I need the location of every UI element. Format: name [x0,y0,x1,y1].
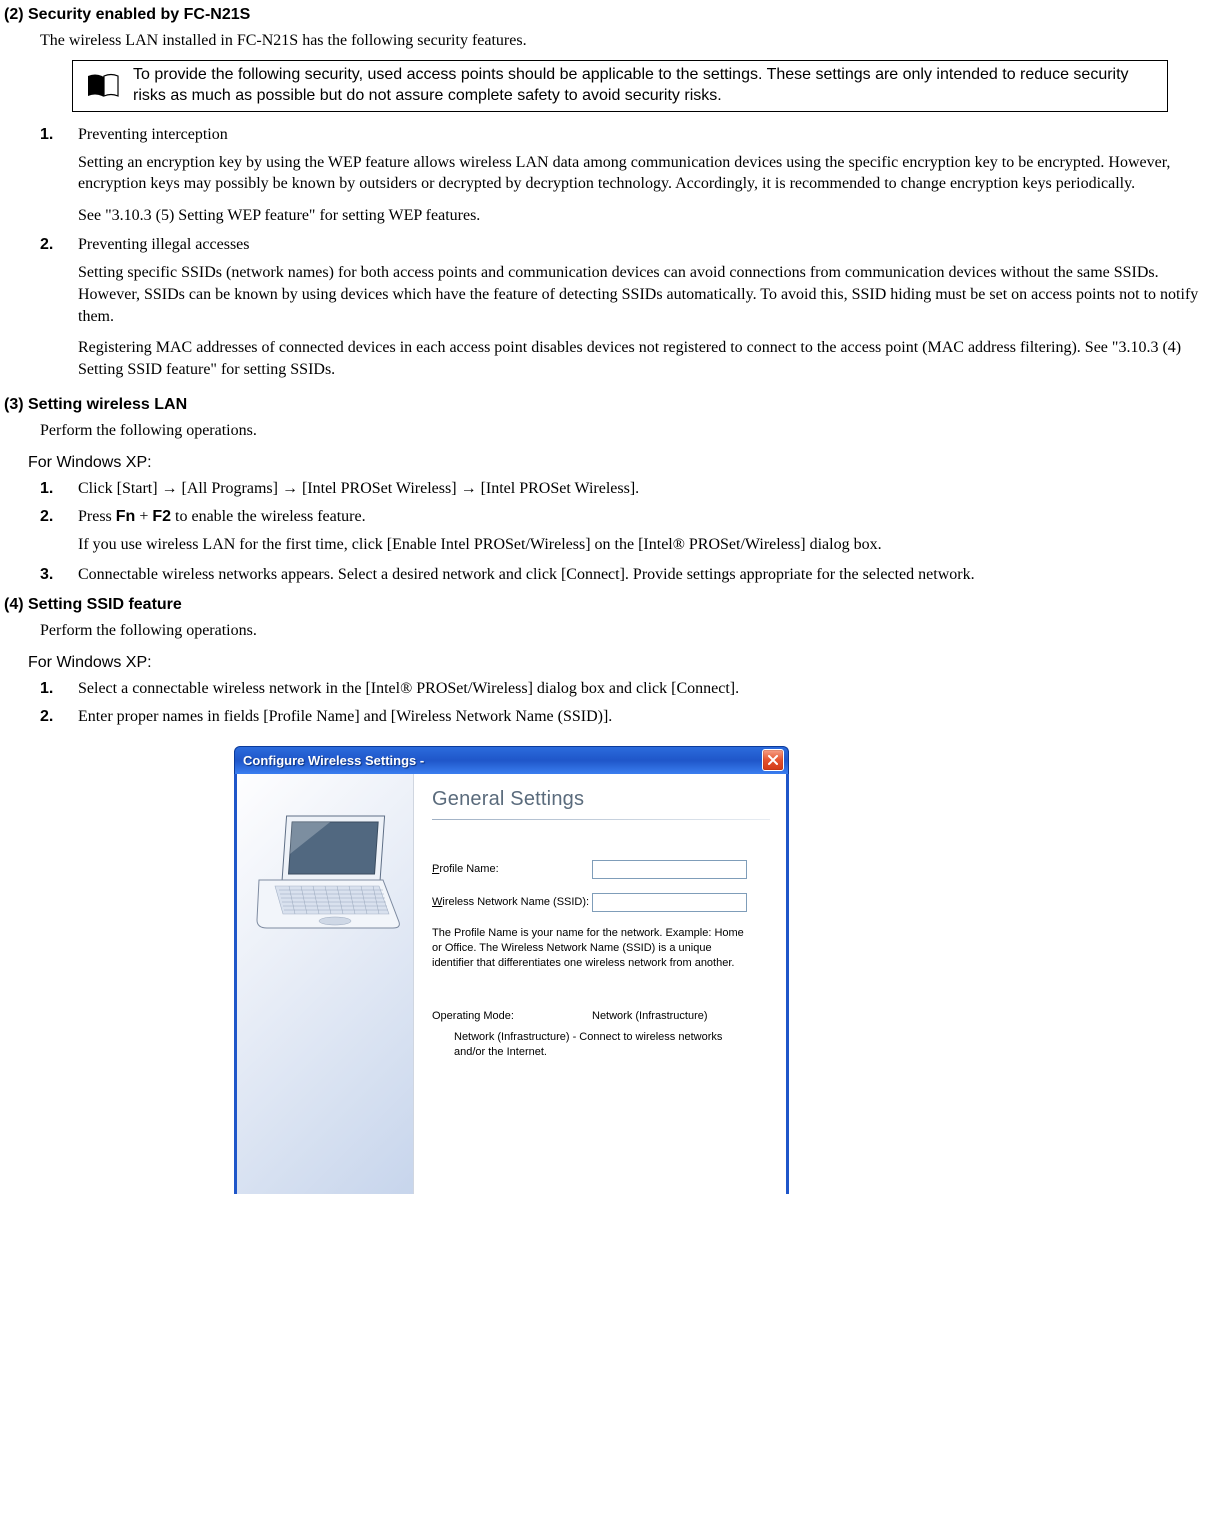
operating-mode-desc: Network (Infrastructure) - Connect to wi… [454,1030,744,1060]
titlebar[interactable]: Configure Wireless Settings - [234,746,789,774]
dialog-right-panel: General Settings Profile Name: Wireless … [414,774,786,1194]
item-number: 2. [40,708,53,726]
item-number: 1. [40,480,53,498]
section-3-heading: (3) Setting wireless LAN [4,396,1201,414]
close-button[interactable] [762,749,784,771]
section-3-intro: Perform the following operations. [40,422,1201,440]
dialog-heading: General Settings [432,788,770,811]
section-4-list: 1. Select a connectable wireless network … [40,680,1201,726]
item-number: 2. [40,508,53,526]
note-box: To provide the following security, used … [72,60,1168,112]
section-3-list: 1. Click [Start] → [All Programs] → [Inte… [40,480,1201,584]
item-text: Connectable wireless networks appears. S… [78,566,1201,584]
item-text: Click [Start] → [All Programs] → [Intel … [78,480,1201,498]
item-text: Select a connectable wireless network in… [78,680,1201,698]
divider [432,819,770,820]
operating-mode-value: Network (Infrastructure) [592,1010,708,1022]
section-4-os-label: For Windows XP: [28,654,1201,672]
dialog-description: The Profile Name is your name for the ne… [432,926,752,971]
section-2-heading: (2) Security enabled by FC-N21S [4,6,1201,24]
book-icon [73,61,133,111]
item-paragraph: Setting specific SSIDs (network names) f… [78,262,1201,327]
list-item: 1. Preventing interception Setting an encr… [40,126,1201,227]
item-title: Preventing illegal accesses [78,236,1201,254]
item-paragraph: Registering MAC addresses of connected d… [78,337,1201,380]
wireless-settings-dialog: Configure Wireless Settings - [234,746,789,1194]
close-icon [768,755,778,765]
section-3-os-label: For Windows XP: [28,454,1201,472]
operating-mode-label: Operating Mode: [432,1010,592,1022]
item-paragraph: See "3.10.3 (5) Setting WEP feature" for… [78,205,1201,227]
list-item: 2. Enter proper names in fields [Profile … [40,708,1201,726]
item-text: Enter proper names in fields [Profile Na… [78,708,1201,726]
item-text: Press Fn + F2 to enable the wireless fea… [78,508,1201,526]
dialog-left-panel [237,774,414,1194]
section-4-intro: Perform the following operations. [40,622,1201,640]
list-item: 1. Select a connectable wireless network … [40,680,1201,698]
titlebar-title: Configure Wireless Settings - [243,753,424,768]
ssid-label: Wireless Network Name (SSID): [432,896,592,908]
list-item: 1. Click [Start] → [All Programs] → [Inte… [40,480,1201,498]
item-number: 1. [40,680,53,698]
laptop-icon [251,810,401,930]
section-2-intro: The wireless LAN installed in FC-N21S ha… [40,32,1201,50]
note-text: To provide the following security, used … [133,61,1167,111]
section-2-list: 1. Preventing interception Setting an encr… [40,126,1201,381]
item-number: 2. [40,236,53,254]
item-title: Preventing interception [78,126,1201,144]
list-item: 2. Press Fn + F2 to enable the wireless f… [40,508,1201,556]
section-4-heading: (4) Setting SSID feature [4,596,1201,614]
list-item: 3. Connectable wireless networks appears.… [40,566,1201,584]
list-item: 2. Preventing illegal accesses Setting spe… [40,236,1201,380]
profile-name-input[interactable] [592,860,747,879]
profile-name-label: Profile Name: [432,863,592,875]
item-number: 1. [40,126,53,144]
item-paragraph: Setting an encryption key by using the W… [78,152,1201,195]
item-number: 3. [40,566,53,584]
item-paragraph: If you use wireless LAN for the first ti… [78,534,1201,556]
ssid-input[interactable] [592,893,747,912]
